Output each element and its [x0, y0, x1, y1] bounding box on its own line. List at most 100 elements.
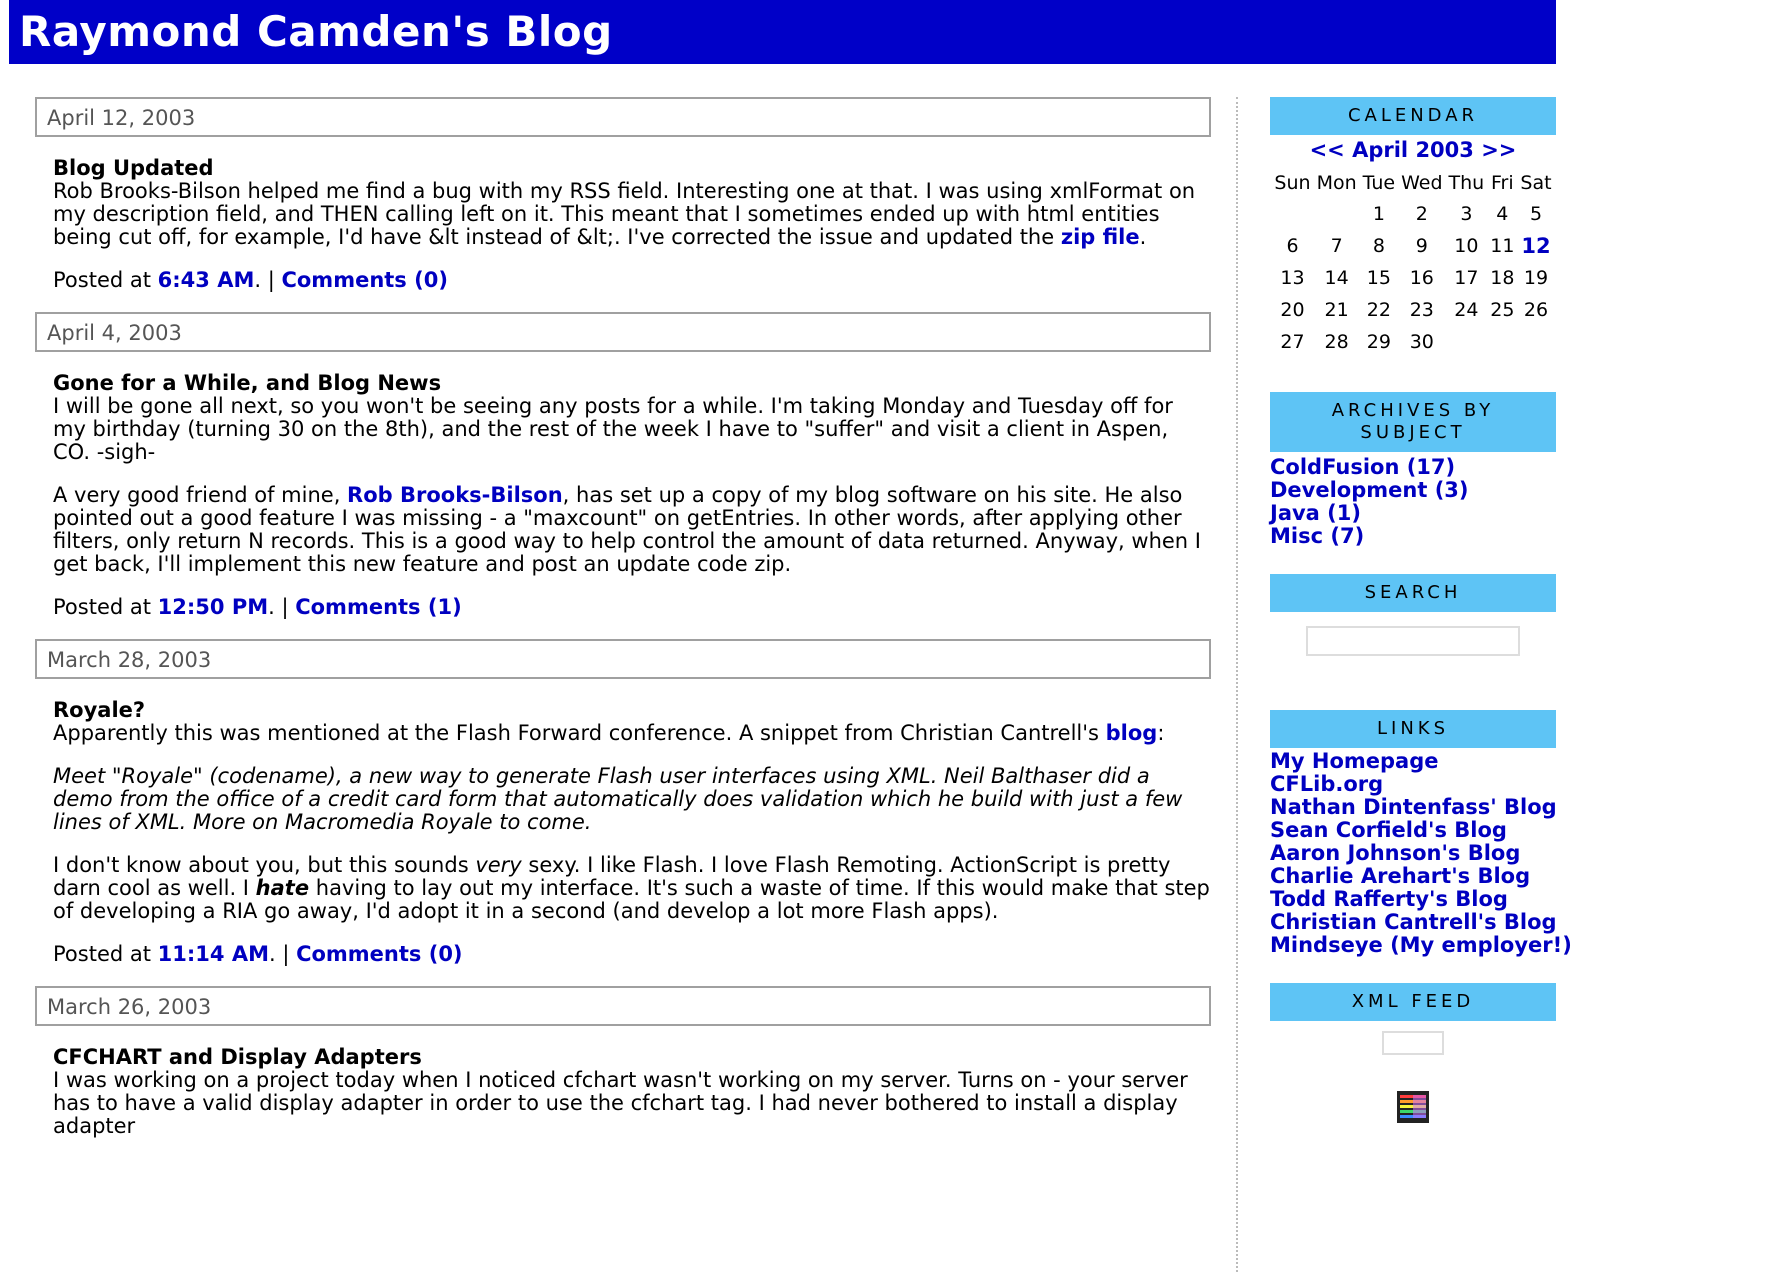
entry-content: Blog Updated Rob Brooks-Bilson helped me … — [35, 137, 1211, 292]
entry-content: CFCHART and Display Adapters I was workin… — [35, 1026, 1211, 1138]
links-section: LINKS My Homepage CFLib.org Nathan Dintenf… — [1270, 710, 1572, 957]
calendar-day: 18 — [1490, 267, 1515, 289]
entry-permalink[interactable]: 6:43 AM — [158, 268, 255, 292]
entry-date: April 12, 2003 — [35, 97, 1211, 137]
xml-feed-input[interactable] — [1382, 1031, 1444, 1055]
calendar-day — [1487, 326, 1517, 358]
calendar-day — [1446, 326, 1488, 358]
calendar-week: 20 21 22 23 24 25 26 — [1271, 294, 1554, 326]
calendar-day-header: Thu — [1448, 172, 1485, 194]
search-input[interactable] — [1306, 626, 1520, 656]
link-item: Sean Corfield's Blog — [1270, 819, 1556, 842]
calendar-day-header: Sat — [1520, 172, 1552, 194]
calendar-week: 1 2 3 45 — [1271, 198, 1554, 230]
archives-heading: ARCHIVES BY SUBJECT — [1270, 392, 1556, 452]
calendar-day[interactable]: 12 — [1517, 230, 1554, 262]
entry-title: Royale? — [53, 698, 146, 722]
entry-paragraph: A very good friend of mine, Rob Brooks-B… — [53, 484, 1211, 576]
archive-subject-link[interactable]: Java (1) — [1270, 501, 1361, 525]
calendar-day — [1314, 198, 1360, 230]
calendar-day: 27 — [1280, 331, 1305, 353]
entry-footer: Posted at 12:50 PM. | Comments (1) — [53, 596, 1211, 619]
calendar-week: 27 28 29 30 — [1271, 326, 1554, 358]
sidebar-link[interactable]: CFLib.org — [1270, 772, 1383, 796]
calendar-next-link[interactable]: >> — [1481, 138, 1516, 162]
calendar-day: 24 — [1454, 299, 1479, 321]
calendar-section: CALENDAR << April 2003 >> Sun Mon Tue Wed Th… — [1270, 97, 1556, 358]
entry-text: hate — [255, 876, 310, 900]
calendar-day: 28 — [1324, 331, 1349, 353]
entry-title: Blog Updated — [53, 156, 214, 180]
calendar-day-header: Sun — [1274, 172, 1311, 194]
calendar-day: 15 — [1366, 267, 1391, 289]
calendar-day: 16 — [1409, 267, 1434, 289]
search-section: SEARCH — [1270, 574, 1556, 656]
calendar-day: 21 — [1324, 299, 1349, 321]
link-item: My Homepage — [1270, 750, 1556, 773]
archive-subject-link[interactable]: Development (3) — [1270, 478, 1469, 502]
entry-text: Meet "Royale" (codename), a new way to g… — [53, 764, 1183, 834]
comments-link[interactable]: Comments (0) — [281, 268, 447, 292]
link-item: Todd Rafferty's Blog — [1270, 888, 1556, 911]
link-item: Charlie Arehart's Blog — [1270, 865, 1556, 888]
blog-entry: March 28, 2003 Royale? Apparently this was… — [35, 639, 1211, 966]
archive-item: ColdFusion (17) — [1270, 456, 1556, 479]
sidebar-link[interactable]: Christian Cantrell's Blog — [1270, 910, 1557, 934]
entry-text: I don't know about you, but this sounds — [53, 853, 476, 877]
calendar-day: 19 — [1523, 267, 1549, 289]
calendar-day-header: Tue — [1362, 172, 1396, 194]
link-item: Mindseye (My employer!) — [1270, 934, 1572, 957]
entry-text: I was working on a project today when I … — [53, 1068, 1188, 1138]
entry-inline-link[interactable]: Rob Brooks-Bilson — [347, 483, 563, 507]
archive-item: Misc (7) — [1270, 525, 1556, 548]
sidebar-link[interactable]: Sean Corfield's Blog — [1270, 818, 1507, 842]
entry-inline-link[interactable]: zip file — [1061, 225, 1140, 249]
archive-item: Development (3) — [1270, 479, 1556, 502]
calendar-month-link[interactable]: April 2003 — [1352, 138, 1474, 162]
entry-text: I will be gone all next, so you won't be… — [53, 394, 1173, 464]
entry-paragraph: Apparently this was mentioned at the Fla… — [53, 722, 1211, 745]
entry-paragraph: I will be gone all next, so you won't be… — [53, 395, 1211, 464]
sidebar-link[interactable]: Mindseye (My employer!) — [1270, 933, 1572, 957]
calendar-day — [1271, 198, 1313, 230]
comments-link[interactable]: Comments (0) — [296, 942, 462, 966]
calendar-day — [1517, 326, 1554, 358]
entry-permalink[interactable]: 12:50 PM — [158, 595, 268, 619]
entry-footer: Posted at 6:43 AM. | Comments (0) — [53, 269, 1211, 292]
calendar-prev-link[interactable]: << — [1310, 138, 1345, 162]
archives-section: ARCHIVES BY SUBJECT ColdFusion (17) Devel… — [1270, 392, 1556, 548]
calendar-day: 8 — [1372, 235, 1385, 257]
column-divider — [1236, 97, 1238, 1272]
entry-date: March 26, 2003 — [35, 986, 1211, 1026]
sidebar-link[interactable]: My Homepage — [1270, 749, 1439, 773]
calendar-week: 13 14 15 16 17 18 19 — [1271, 262, 1554, 294]
calendar-day: 5 — [1529, 203, 1543, 225]
rss-feed-icon[interactable] — [1397, 1091, 1429, 1123]
sidebar-link[interactable]: Charlie Arehart's Blog — [1270, 864, 1530, 888]
entry-paragraph: I don't know about you, but this sounds … — [53, 854, 1211, 923]
blog-entry: March 26, 2003 CFCHART and Display Adapte… — [35, 986, 1211, 1138]
entry-inline-link[interactable]: blog — [1106, 721, 1158, 745]
archive-subject-link[interactable]: ColdFusion (17) — [1270, 455, 1455, 479]
calendar-day-header: Mon — [1316, 172, 1357, 194]
footer-separator: . | — [254, 268, 282, 292]
entry-text: Rob Brooks-Bilson helped me find a bug w… — [53, 179, 1196, 249]
footer-separator: . | — [268, 942, 297, 966]
calendar-day: 23 — [1409, 299, 1434, 321]
archive-subject-link[interactable]: Misc (7) — [1270, 524, 1364, 548]
entry-text: very — [475, 853, 522, 877]
entry-permalink[interactable]: 11:14 AM — [158, 942, 269, 966]
search-heading: SEARCH — [1270, 574, 1556, 612]
calendar-day: 6 — [1286, 235, 1299, 257]
sidebar-link[interactable]: Nathan Dintenfass' Blog — [1270, 795, 1557, 819]
comments-link[interactable]: Comments (1) — [295, 595, 461, 619]
sidebar: CALENDAR << April 2003 >> Sun Mon Tue Wed Th… — [1270, 97, 1572, 1123]
entry-paragraph: I was working on a project today when I … — [53, 1069, 1211, 1138]
sidebar-link[interactable]: Todd Rafferty's Blog — [1270, 887, 1508, 911]
calendar-day: 7 — [1330, 235, 1343, 257]
entry-paragraph: Meet "Royale" (codename), a new way to g… — [53, 765, 1211, 834]
calendar-day: 22 — [1366, 299, 1391, 321]
calendar-day: 29 — [1366, 331, 1391, 353]
entry-footer: Posted at 11:14 AM. | Comments (0) — [53, 943, 1211, 966]
sidebar-link[interactable]: Aaron Johnson's Blog — [1270, 841, 1520, 865]
